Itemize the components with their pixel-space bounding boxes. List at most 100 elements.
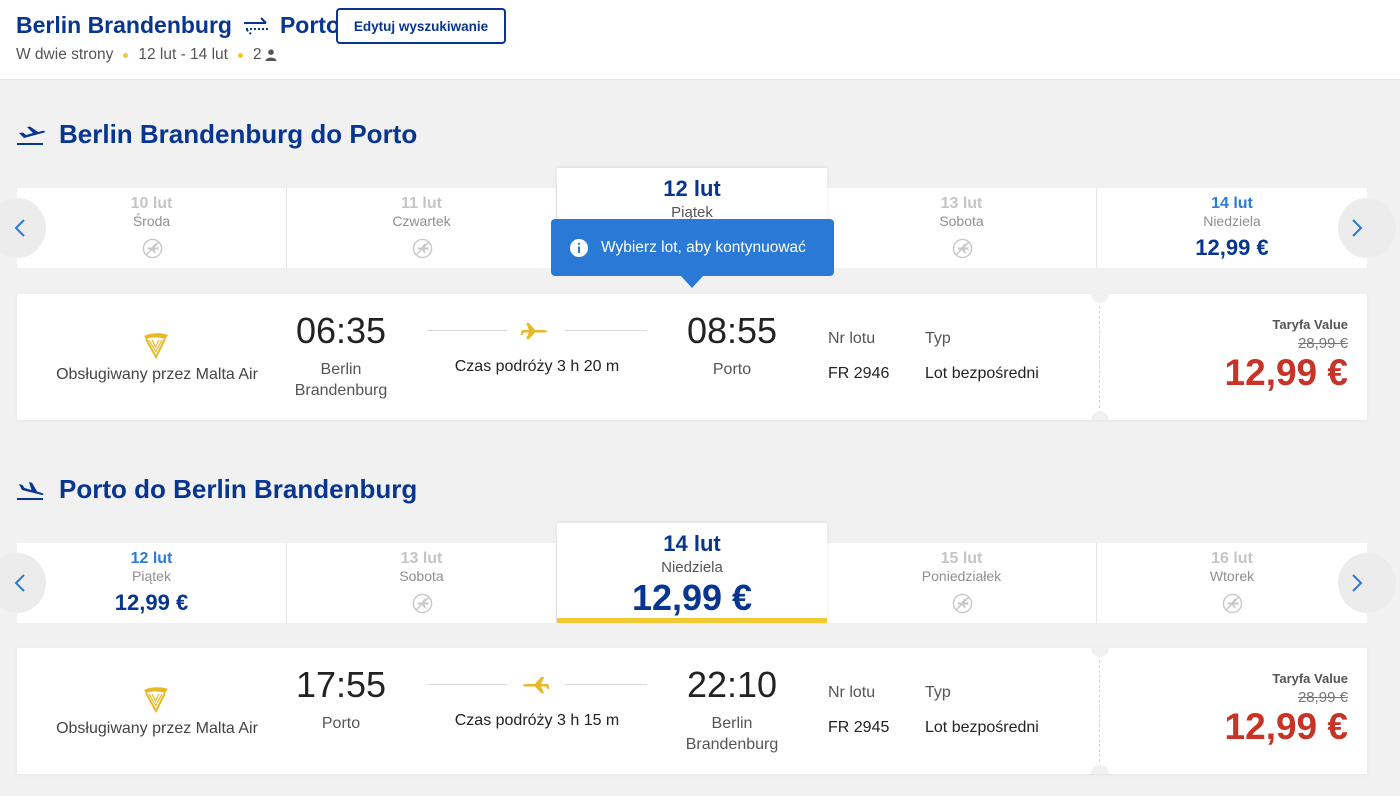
outbound-flight-card[interactable]: Obsługiwany przez Malta Air 06:35 Berlin…	[17, 294, 1367, 420]
flight-number-label: Nr lotu	[828, 330, 876, 347]
no-flights-icon	[952, 593, 973, 614]
origin-label: Berlin Brandenburg	[16, 12, 232, 38]
inbound-title-text: Porto do Berlin Brandenburg	[59, 474, 418, 504]
current-price: 12,99 €	[1224, 352, 1348, 393]
date-cell-13-lut: 13 lut Sobota	[287, 543, 557, 623]
route-title: Berlin Brandenburg Porto	[16, 12, 340, 39]
departure-city: Berlin Brandenburg	[294, 361, 388, 399]
malta-air-harp-logo-icon	[144, 333, 168, 360]
weekday-label: Niedziela	[1203, 213, 1261, 229]
weekday-label: Piątek	[132, 568, 171, 584]
flight-number-label: Nr lotu	[828, 684, 876, 701]
inbound-date-strip: 12 lut Piątek 12,99 € 13 lut Sobota 14 l…	[0, 523, 1396, 623]
departure-city: Porto	[321, 715, 361, 732]
weekday-label: Sobota	[939, 213, 984, 229]
weekday-label: Środa	[132, 213, 171, 229]
malta-air-harp-logo-icon	[144, 687, 168, 714]
flight-number: FR 2945	[828, 719, 890, 736]
card-notch	[1091, 765, 1109, 774]
weekday-label: Niedziela	[661, 559, 723, 576]
route-line	[565, 330, 647, 331]
tooltip-arrow	[681, 276, 703, 288]
date-label: 13 lut	[400, 550, 443, 567]
next-dates-button[interactable]	[1338, 553, 1396, 613]
arrival-block: 08:55 Porto	[642, 310, 822, 380]
destination-label: Porto	[279, 12, 341, 38]
card-notch	[1091, 648, 1109, 657]
fare-name: Taryfa Value	[1272, 671, 1348, 686]
flight-type: Lot bezpośredni	[925, 365, 1039, 382]
date-label: 14 lut	[1211, 195, 1253, 212]
fare-name: Taryfa Value	[1272, 317, 1348, 332]
flight-duration: Czas podróży 3 h 15 m	[454, 712, 620, 729]
trip-dates: 12 lut - 14 lut	[138, 46, 228, 63]
date-label: 16 lut	[1211, 550, 1253, 567]
current-price: 12,99 €	[1224, 706, 1348, 747]
weekday-label: Czwartek	[392, 213, 451, 229]
outbound-title-text: Berlin Brandenburg do Porto	[59, 119, 418, 149]
flight-type-label: Typ	[925, 684, 951, 701]
next-dates-button[interactable]	[1338, 198, 1396, 258]
plane-left-icon	[523, 677, 550, 693]
departure-time: 17:55	[295, 664, 387, 705]
trip-type: W dwie strony	[16, 46, 114, 63]
date-cell-10-lut: 10 lut Środa	[17, 188, 287, 268]
card-notch	[1091, 411, 1109, 420]
search-summary-bar: Berlin Brandenburg Porto Edytuj wyszukiw…	[0, 0, 1400, 80]
separator-dot	[123, 52, 129, 58]
old-price: 28,99 €	[1297, 689, 1348, 706]
card-divider	[1099, 306, 1100, 408]
departure-block: 17:55 Porto	[251, 664, 431, 734]
card-notch	[1091, 294, 1109, 303]
route-line	[427, 330, 507, 331]
departure-block: 06:35 Berlin Brandenburg	[251, 310, 431, 401]
chevron-left-icon	[14, 219, 25, 237]
outbound-section-title: Berlin Brandenburg do Porto	[16, 119, 417, 150]
card-divider	[1099, 660, 1100, 762]
old-price: 28,99 €	[1297, 335, 1348, 352]
inbound-flight-card[interactable]: Obsługiwany przez Malta Air 17:55 Porto …	[17, 648, 1367, 774]
plane-arrival-icon	[17, 481, 44, 500]
date-label: 13 lut	[940, 195, 983, 212]
date-cell-14-lut-selected[interactable]: 14 lut Niedziela 12,99 €	[557, 523, 827, 623]
date-label: 15 lut	[940, 550, 983, 567]
date-cell-14-lut[interactable]: 14 lut Niedziela 12,99 €	[1097, 188, 1367, 268]
plane-departure-icon	[17, 126, 45, 145]
passenger-count: 2	[252, 46, 262, 63]
arrival-time: 08:55	[686, 310, 778, 351]
no-flights-icon	[952, 238, 973, 259]
date-cell-15-lut: 15 lut Poniedziałek	[827, 543, 1097, 623]
trip-meta: W dwie strony 12 lut - 14 lut 2	[16, 46, 277, 64]
date-label: 10 lut	[130, 195, 173, 212]
date-label: 11 lut	[401, 195, 442, 212]
arrival-block: 22:10 Berlin Brandenburg	[642, 664, 822, 755]
date-label: 12 lut	[130, 550, 173, 567]
flight-type-label: Typ	[925, 330, 951, 347]
date-cell-12-lut[interactable]: 12 lut Piątek 12,99 €	[17, 543, 287, 623]
flight-number: FR 2946	[828, 365, 890, 382]
date-cell-11-lut: 11 lut Czwartek	[287, 188, 557, 268]
route-line	[565, 684, 647, 685]
route-line	[427, 684, 507, 685]
separator-dot	[237, 52, 243, 58]
no-flights-icon	[412, 238, 433, 259]
plane-right-icon	[520, 323, 547, 339]
date-cell-16-lut: 16 lut Wtorek	[1097, 543, 1367, 623]
arrival-city: Porto	[712, 361, 752, 378]
date-price: 12,99 €	[114, 590, 189, 615]
fare-block[interactable]: Taryfa Value 28,99 € 12,99 €	[1225, 671, 1348, 748]
round-trip-arrows-icon	[243, 16, 268, 35]
tooltip-text: Wybierz lot, aby kontynuować	[601, 238, 806, 256]
person-icon	[265, 49, 277, 61]
date-cell-13-lut: 13 lut Sobota	[827, 188, 1097, 268]
no-flights-icon	[142, 238, 163, 259]
flight-type: Lot bezpośredni	[925, 719, 1039, 736]
arrival-time: 22:10	[686, 664, 778, 705]
edit-search-button[interactable]: Edytuj wyszukiwanie	[336, 8, 506, 44]
weekday-label: Poniedziałek	[921, 568, 1002, 584]
chevron-right-icon	[1352, 219, 1363, 237]
fare-block[interactable]: Taryfa Value 28,99 € 12,99 €	[1225, 317, 1348, 394]
date-price: 12,99 €	[1195, 235, 1269, 260]
inbound-section-title: Porto do Berlin Brandenburg	[16, 474, 417, 505]
chevron-left-icon	[14, 574, 25, 592]
